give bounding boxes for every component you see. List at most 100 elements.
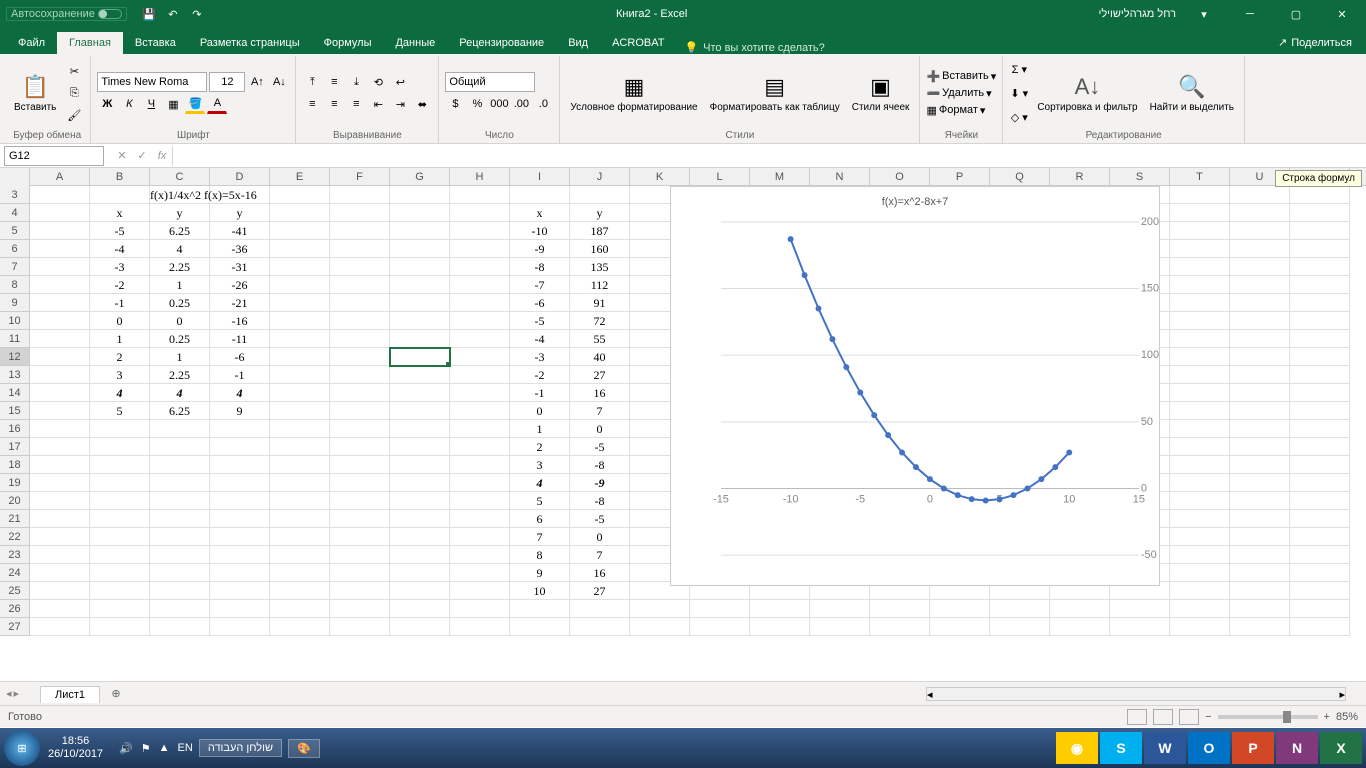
row-header[interactable]: 17 (0, 438, 30, 456)
cell[interactable] (270, 564, 330, 582)
cell[interactable] (1230, 492, 1290, 510)
cell[interactable] (450, 186, 510, 204)
row-header[interactable]: 6 (0, 240, 30, 258)
cell[interactable]: 16 (570, 564, 630, 582)
cell[interactable]: 55 (570, 330, 630, 348)
cell[interactable]: 4 (150, 384, 210, 402)
cell[interactable] (390, 276, 450, 294)
row-header[interactable]: 23 (0, 546, 30, 564)
cell[interactable] (1170, 618, 1230, 636)
cell-styles-button[interactable]: ▣Стили ячеек (848, 72, 914, 115)
cell[interactable] (270, 384, 330, 402)
col-header[interactable]: T (1170, 168, 1230, 186)
cell[interactable] (330, 294, 390, 312)
font-size-input[interactable] (209, 72, 245, 92)
cell[interactable] (1290, 600, 1350, 618)
cell[interactable]: 1 (150, 276, 210, 294)
font-color-icon[interactable]: A (207, 94, 227, 114)
cell[interactable] (1290, 402, 1350, 420)
cell[interactable]: 4 (150, 240, 210, 258)
cell[interactable] (390, 384, 450, 402)
cell[interactable] (450, 330, 510, 348)
insert-cells-button[interactable]: ➕ Вставить ▾ (926, 70, 996, 83)
cell[interactable] (390, 474, 450, 492)
col-header[interactable]: S (1110, 168, 1170, 186)
cell[interactable] (270, 312, 330, 330)
cell[interactable]: 7 (510, 528, 570, 546)
cell[interactable] (390, 618, 450, 636)
tab-view[interactable]: Вид (556, 32, 600, 54)
name-box[interactable]: G12 (4, 146, 104, 166)
cell[interactable] (1290, 618, 1350, 636)
taskbar-clock[interactable]: 18:5626/10/2017 (40, 735, 111, 761)
wrap-text-icon[interactable]: ↩ (390, 72, 410, 92)
cell[interactable] (30, 438, 90, 456)
cell[interactable]: 2 (510, 438, 570, 456)
cell[interactable] (450, 348, 510, 366)
cell[interactable] (210, 600, 270, 618)
cell[interactable] (1230, 420, 1290, 438)
autosave-toggle[interactable]: Автосохранение (6, 7, 127, 21)
align-left-icon[interactable]: ≡ (302, 94, 322, 114)
cell[interactable] (150, 474, 210, 492)
cell[interactable]: -3 (90, 258, 150, 276)
cell[interactable] (210, 510, 270, 528)
cell[interactable] (450, 222, 510, 240)
row-header[interactable]: 5 (0, 222, 30, 240)
cell[interactable] (1230, 528, 1290, 546)
cell[interactable]: 6 (510, 510, 570, 528)
cell[interactable] (1230, 276, 1290, 294)
cell[interactable] (270, 546, 330, 564)
cell[interactable] (1170, 420, 1230, 438)
cell[interactable] (1290, 186, 1350, 204)
align-bottom-icon[interactable]: ⤓ (346, 72, 366, 92)
clear-icon[interactable]: ◇ ▾ (1009, 107, 1029, 127)
cell[interactable]: 5 (510, 492, 570, 510)
cell[interactable] (1290, 258, 1350, 276)
cell[interactable] (270, 204, 330, 222)
tab-review[interactable]: Рецензирование (447, 32, 556, 54)
cell[interactable]: 0.25 (150, 330, 210, 348)
app-onenote[interactable]: N (1276, 732, 1318, 764)
cell[interactable] (150, 438, 210, 456)
select-all-corner[interactable] (0, 168, 30, 186)
cell[interactable]: 72 (570, 312, 630, 330)
col-header[interactable]: G (390, 168, 450, 186)
cell[interactable] (450, 618, 510, 636)
cell[interactable] (510, 600, 570, 618)
cell[interactable] (1230, 600, 1290, 618)
cell[interactable]: 0 (570, 420, 630, 438)
cell[interactable] (1290, 204, 1350, 222)
cell[interactable] (150, 456, 210, 474)
cell[interactable] (450, 366, 510, 384)
cell[interactable] (630, 600, 690, 618)
cell[interactable] (150, 582, 210, 600)
cell[interactable] (270, 510, 330, 528)
cell[interactable] (90, 546, 150, 564)
cell[interactable] (390, 240, 450, 258)
tray-icon[interactable]: 🔊 (119, 742, 133, 755)
start-button[interactable]: ⊞ (4, 730, 40, 766)
cell[interactable]: 27 (570, 366, 630, 384)
cell[interactable] (1290, 240, 1350, 258)
cell[interactable] (1170, 438, 1230, 456)
cell[interactable] (270, 492, 330, 510)
share-button[interactable]: ↗ Поделиться (1270, 31, 1360, 54)
cell[interactable] (1290, 492, 1350, 510)
cell[interactable] (930, 600, 990, 618)
cell[interactable] (210, 582, 270, 600)
cell[interactable] (390, 348, 450, 366)
fill-color-icon[interactable]: 🪣 (185, 94, 205, 114)
cell[interactable] (30, 258, 90, 276)
orientation-icon[interactable]: ⟲ (368, 72, 388, 92)
cell[interactable] (90, 510, 150, 528)
col-header[interactable]: H (450, 168, 510, 186)
tab-layout[interactable]: Разметка страницы (188, 32, 312, 54)
cell[interactable]: -9 (570, 474, 630, 492)
cell[interactable] (270, 222, 330, 240)
cell[interactable]: -5 (90, 222, 150, 240)
zoom-in-button[interactable]: + (1324, 711, 1330, 723)
cell[interactable] (1230, 402, 1290, 420)
app-word[interactable]: W (1144, 732, 1186, 764)
app-chrome[interactable]: ◉ (1056, 732, 1098, 764)
